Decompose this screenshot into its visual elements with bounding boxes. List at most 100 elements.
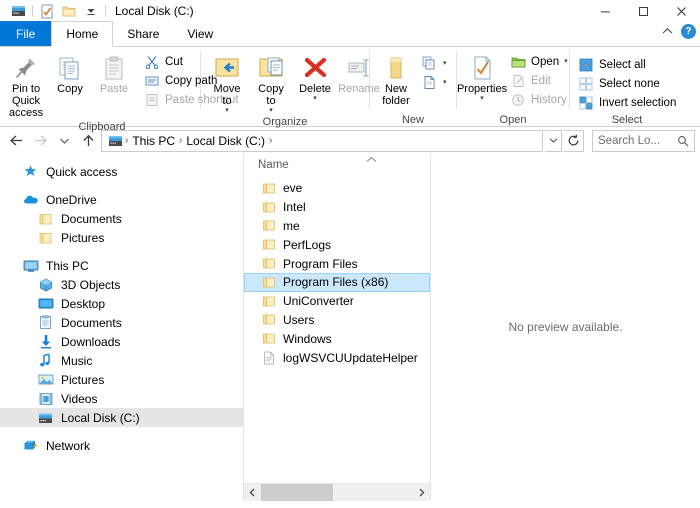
sidebar-label-downloads: Downloads bbox=[61, 334, 121, 349]
tab-file[interactable]: File bbox=[0, 21, 52, 46]
sidebar-item-network[interactable]: Network bbox=[0, 436, 243, 455]
horizontal-scrollbar[interactable] bbox=[244, 483, 430, 501]
scrollbar-track[interactable] bbox=[261, 483, 413, 501]
help-icon[interactable]: ? bbox=[681, 23, 696, 39]
breadcrumb-this-pc[interactable]: This PC bbox=[129, 134, 178, 148]
column-header-name[interactable]: Name bbox=[244, 154, 430, 176]
collapse-ribbon-icon[interactable] bbox=[659, 23, 675, 39]
copy-to-button[interactable]: Copy to ▾ bbox=[249, 51, 293, 116]
invert-selection-icon bbox=[578, 95, 594, 111]
close-button[interactable] bbox=[662, 0, 700, 22]
nav-gap-1 bbox=[0, 181, 243, 190]
pin-to-quick-access-button[interactable]: Pin to Quick access bbox=[4, 51, 48, 121]
scroll-right-icon[interactable] bbox=[413, 483, 430, 501]
edit-button[interactable]: Edit bbox=[506, 71, 572, 90]
sidebar-item-pictures[interactable]: Pictures bbox=[0, 370, 243, 389]
sidebar-item-local-disk-c[interactable]: Local Disk (C:) bbox=[0, 408, 243, 427]
folder-icon bbox=[261, 181, 276, 196]
drive-icon[interactable] bbox=[7, 1, 29, 21]
easy-access-icon bbox=[422, 75, 438, 91]
open-caret-icon[interactable]: ▾ bbox=[564, 58, 568, 65]
file-row-me[interactable]: me bbox=[244, 217, 430, 236]
select-all-button[interactable]: Select all bbox=[574, 55, 680, 74]
easy-access-button[interactable]: ▾ bbox=[418, 73, 451, 92]
sidebar-label-onedrive-documents: Documents bbox=[61, 211, 122, 226]
tab-share[interactable]: Share bbox=[113, 21, 173, 46]
properties-caret-icon[interactable]: ▾ bbox=[480, 95, 484, 102]
new-item-caret-icon[interactable]: ▾ bbox=[443, 60, 447, 67]
folder-icon bbox=[261, 275, 276, 290]
sidebar-item-documents[interactable]: Documents bbox=[0, 313, 243, 332]
text-file-icon bbox=[261, 350, 276, 365]
move-to-caret-icon[interactable]: ▾ bbox=[225, 107, 229, 114]
new-folder-icon[interactable] bbox=[58, 1, 80, 21]
tab-view[interactable]: View bbox=[173, 21, 227, 46]
file-row-intel[interactable]: Intel bbox=[244, 198, 430, 217]
ribbon-group-clipboard: Pin to Quick access Copy Paste Cut Copy … bbox=[4, 47, 239, 134]
search-input[interactable]: Search Lo... bbox=[592, 129, 695, 152]
copy-button[interactable]: Copy bbox=[48, 51, 92, 97]
delete-caret-icon[interactable]: ▾ bbox=[313, 95, 317, 102]
sidebar-label-local-disk-c: Local Disk (C:) bbox=[61, 410, 140, 425]
onedrive-cloud-icon bbox=[22, 191, 39, 208]
sidebar-item-onedrive[interactable]: OneDrive bbox=[0, 190, 243, 209]
network-icon bbox=[22, 437, 39, 454]
new-folder-button[interactable]: New folder bbox=[374, 51, 418, 109]
sidebar-item-quick-access[interactable]: Quick access bbox=[0, 162, 243, 181]
pin-to-quick-access-label: Pin to Quick access bbox=[8, 83, 44, 119]
sidebar-item-downloads[interactable]: Downloads bbox=[0, 332, 243, 351]
open-button[interactable]: Open ▾ bbox=[506, 52, 572, 71]
properties-check-icon[interactable] bbox=[36, 1, 58, 21]
sort-ascending-icon bbox=[366, 156, 377, 163]
address-dropdown-icon[interactable] bbox=[545, 129, 562, 152]
select-none-button[interactable]: Select none bbox=[574, 74, 680, 93]
file-row-program-files[interactable]: Program Files bbox=[244, 254, 430, 273]
maximize-button[interactable] bbox=[624, 0, 662, 22]
file-name: PerfLogs bbox=[283, 237, 332, 252]
file-row-uniconverter[interactable]: UniConverter bbox=[244, 292, 430, 311]
file-row-users[interactable]: Users bbox=[244, 311, 430, 330]
file-row-eve[interactable]: eve bbox=[244, 179, 430, 198]
sidebar-label-pictures: Pictures bbox=[61, 372, 105, 387]
file-name: Program Files (x86) bbox=[283, 275, 389, 290]
tab-home[interactable]: Home bbox=[51, 21, 114, 47]
search-icon[interactable] bbox=[677, 135, 689, 147]
sidebar-item-this-pc[interactable]: This PC bbox=[0, 256, 243, 275]
new-item-button[interactable]: ▾ bbox=[418, 54, 451, 73]
folder-icon bbox=[261, 312, 276, 327]
refresh-icon[interactable] bbox=[564, 129, 584, 152]
sidebar-item-desktop[interactable]: Desktop bbox=[0, 294, 243, 313]
sidebar-item-onedrive-documents[interactable]: Documents bbox=[0, 209, 243, 228]
breadcrumb-separator-2[interactable]: › bbox=[268, 135, 273, 146]
customize-qat-icon[interactable] bbox=[80, 1, 102, 21]
scrollbar-thumb[interactable] bbox=[261, 483, 333, 501]
sidebar-item-videos[interactable]: Videos bbox=[0, 389, 243, 408]
minimize-button[interactable] bbox=[586, 0, 624, 22]
window-controls bbox=[586, 0, 700, 22]
scroll-left-icon[interactable] bbox=[244, 483, 261, 501]
sidebar-label-onedrive: OneDrive bbox=[46, 192, 97, 207]
delete-x-icon bbox=[303, 53, 328, 83]
easy-access-caret-icon[interactable]: ▾ bbox=[443, 79, 447, 86]
move-to-button[interactable]: Move to ▾ bbox=[205, 51, 249, 116]
file-row-logwsvcuupdatehelper[interactable]: logWSVCUUpdateHelper bbox=[244, 348, 430, 367]
file-row-windows[interactable]: Windows bbox=[244, 329, 430, 348]
copy-icon bbox=[58, 53, 82, 83]
open-small-buttons: Open ▾ Edit History bbox=[506, 51, 572, 109]
nav-gap-2 bbox=[0, 247, 243, 256]
properties-button[interactable]: Properties ▾ bbox=[457, 51, 507, 104]
file-row-program-files-x86[interactable]: Program Files (x86) bbox=[244, 272, 430, 292]
delete-button[interactable]: Delete ▾ bbox=[293, 51, 337, 104]
sidebar-item-onedrive-pictures[interactable]: Pictures bbox=[0, 228, 243, 247]
ribbon-tabs: File Home Share View ? bbox=[0, 21, 700, 47]
open-group-label: Open bbox=[499, 113, 527, 126]
sidebar-item-3d-objects[interactable]: 3D Objects bbox=[0, 275, 243, 294]
file-row-perflogs[interactable]: PerfLogs bbox=[244, 235, 430, 254]
copy-to-caret-icon[interactable]: ▾ bbox=[269, 107, 273, 114]
breadcrumb-local-disk[interactable]: Local Disk (C:) bbox=[183, 134, 268, 148]
sidebar-item-music[interactable]: Music bbox=[0, 351, 243, 370]
organize-group-label: Organize bbox=[262, 116, 308, 128]
invert-selection-button[interactable]: Invert selection bbox=[574, 93, 680, 112]
history-button[interactable]: History bbox=[506, 90, 572, 109]
paste-button[interactable]: Paste bbox=[92, 51, 136, 97]
